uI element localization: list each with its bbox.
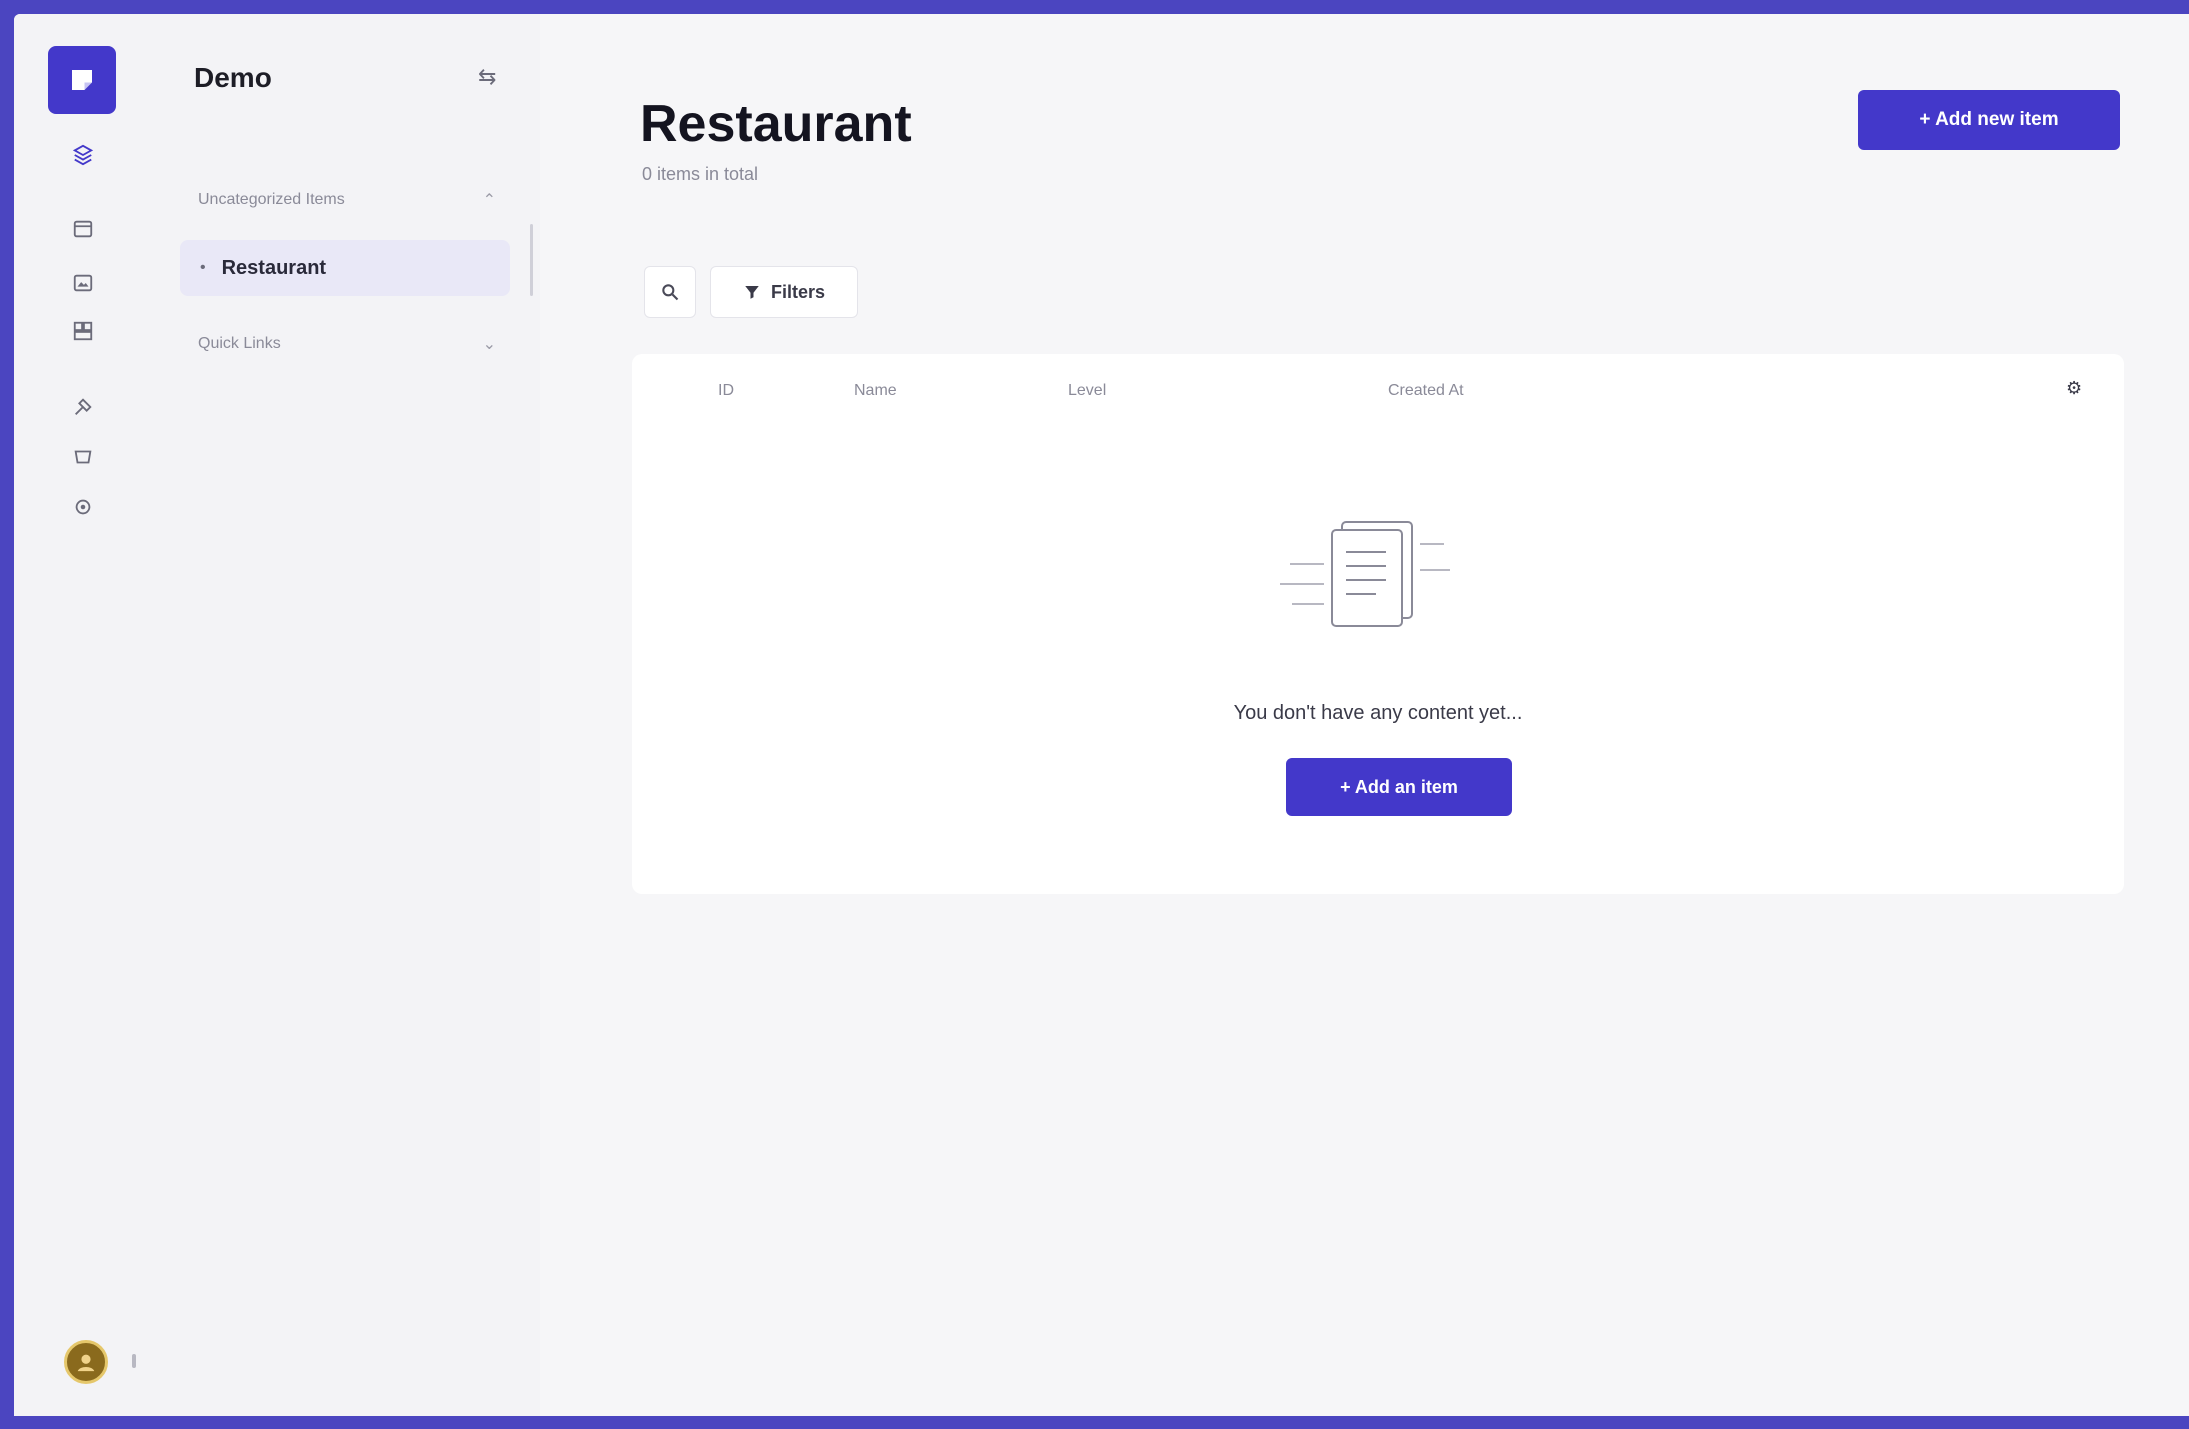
avatar-menu-handle[interactable] (132, 1354, 136, 1368)
media-library-icon[interactable] (66, 266, 100, 300)
empty-state-message: You don't have any content yet... (1233, 702, 1523, 724)
main-content: Restaurant 0 items in total + Add new it… (540, 14, 2189, 1416)
column-header-created-at[interactable]: Created At (1388, 382, 1464, 400)
content-types-icon[interactable] (66, 212, 100, 246)
bullet-icon: • (200, 259, 206, 276)
sidebar-item-restaurant[interactable]: • Restaurant (180, 240, 510, 296)
sidebar-group-label: Uncategorized Items (198, 191, 345, 208)
entries-table: ID Name Level Created At ⚙ You don't hav… (632, 354, 2124, 894)
filter-icon (745, 286, 759, 299)
sidebar-item-label: Restaurant (221, 256, 327, 279)
entry-count: 0 items in total (642, 164, 759, 184)
column-header-name[interactable]: Name (854, 382, 897, 400)
sidebar-group-uncategorized[interactable]: Uncategorized Items ⌃ (180, 176, 510, 224)
filters-label: Filters (770, 281, 826, 302)
search-icon (662, 284, 679, 301)
content-sidebar: Demo ⇆ Uncategorized Items ⌃ • Restauran… (150, 14, 540, 1416)
column-settings-icon[interactable]: ⚙ (2066, 378, 2082, 399)
workspace-name: Demo (194, 62, 272, 93)
layout-icon[interactable] (66, 314, 100, 348)
workspace-switch-icon[interactable]: ⇆ (478, 64, 496, 90)
column-header-level[interactable]: Level (1068, 382, 1106, 400)
content-manager-icon[interactable] (66, 138, 100, 172)
logo-icon (72, 70, 92, 90)
chevron-down-icon: ⌄ (482, 336, 496, 353)
filters-button[interactable]: Filters (710, 266, 858, 318)
sidebar-group-label: Quick Links (198, 335, 281, 352)
search-button[interactable] (644, 266, 696, 318)
add-item-button[interactable]: + Add an item (1286, 758, 1512, 816)
user-avatar[interactable] (64, 1340, 108, 1384)
page-title: Restaurant (640, 95, 912, 153)
avatar-icon (77, 1354, 95, 1372)
icon-rail (14, 14, 150, 1416)
marketplace-icon[interactable] (66, 440, 100, 474)
sidebar-group-quick-links[interactable]: Quick Links ⌄ (180, 320, 510, 368)
plugins-icon[interactable] (66, 390, 100, 424)
column-header-id[interactable]: ID (718, 382, 734, 400)
chevron-up-icon: ⌃ (482, 192, 496, 209)
app-window: Demo ⇆ Uncategorized Items ⌃ • Restauran… (14, 14, 2189, 1416)
add-new-item-button[interactable]: + Add new item (1858, 90, 2120, 150)
app-logo[interactable] (48, 46, 116, 114)
sidebar-resize-handle[interactable] (530, 224, 533, 296)
settings-gear-icon[interactable] (66, 490, 100, 524)
empty-documents-icon (1280, 521, 1450, 627)
